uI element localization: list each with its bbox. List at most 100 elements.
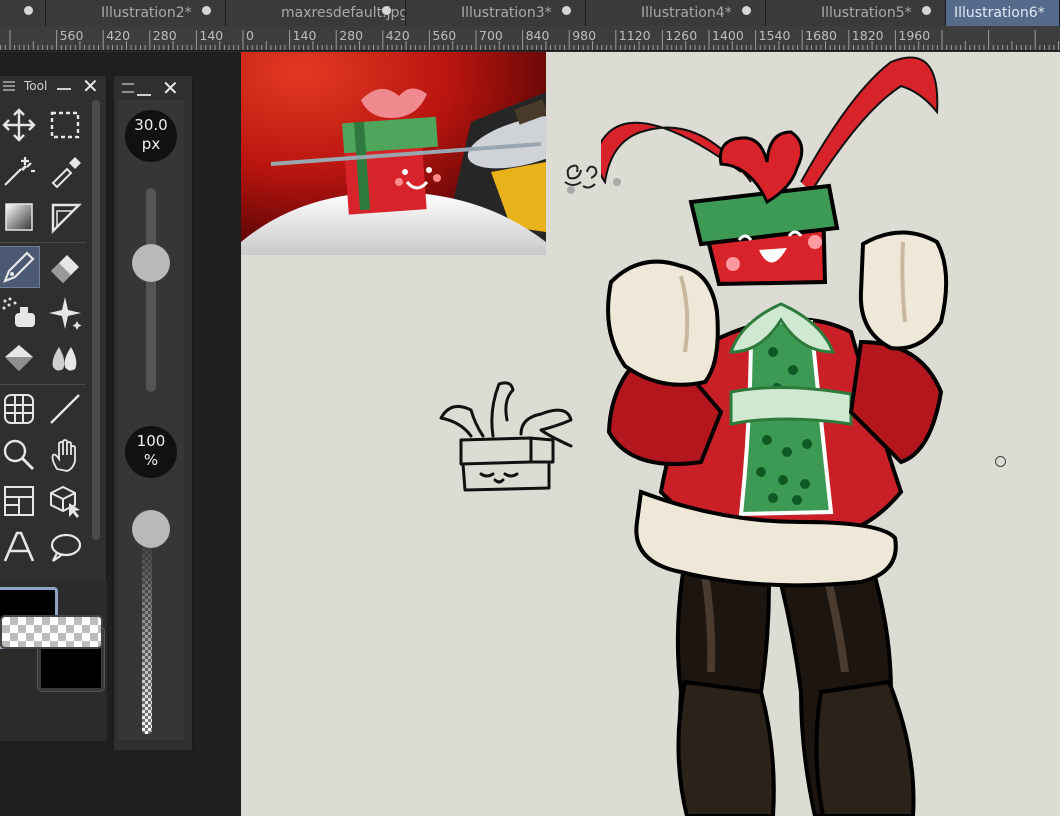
- move-icon: [2, 108, 36, 142]
- tool-palette-scrollbar[interactable]: [92, 100, 100, 540]
- tool-balloon[interactable]: [44, 526, 86, 568]
- ruler-label: 1400: [712, 28, 744, 43]
- unsaved-dot-icon: [742, 6, 751, 15]
- brush-size-readout: 30.0 px: [125, 110, 177, 162]
- document-tab-bar: Illustration2* maxresdefault.jpg* Illust…: [0, 0, 1060, 26]
- brush-size-panel: ✕ 30.0 px 100 %: [113, 76, 193, 750]
- tool-airbrush[interactable]: [0, 292, 40, 334]
- tool-eraser[interactable]: [44, 246, 86, 288]
- ruler-label: 560: [59, 28, 84, 43]
- tab-maxresdefault[interactable]: maxresdefault.jpg*: [226, 0, 406, 26]
- minimize-button[interactable]: [57, 88, 71, 90]
- auto-select-icon: [4, 157, 35, 186]
- decoration-icon: [49, 297, 82, 330]
- ruler-label: 700: [479, 28, 503, 43]
- minimize-button[interactable]: [137, 94, 151, 96]
- opacity-unit: %: [143, 451, 159, 469]
- brush-size-value: 30.0: [134, 116, 168, 134]
- tool-separator: [0, 242, 86, 243]
- drawing-canvas[interactable]: [241, 52, 1060, 816]
- tool-fill[interactable]: [0, 338, 40, 380]
- tool-eyedropper[interactable]: [44, 150, 86, 192]
- mesh-icon: [4, 394, 34, 424]
- tool-line[interactable]: [44, 388, 86, 430]
- ruler-label: 560: [432, 28, 457, 43]
- brush-panel-body: 30.0 px 100 %: [118, 100, 184, 740]
- tool-palette-title: Tool: [24, 79, 48, 93]
- eraser-icon: [51, 255, 79, 283]
- tool-separator: [0, 384, 86, 385]
- tab-illustration5[interactable]: Illustration5*: [766, 0, 946, 26]
- tool-decoration[interactable]: [44, 292, 86, 334]
- tool-pen[interactable]: [0, 246, 40, 288]
- ruler-label: 1120: [618, 28, 651, 43]
- tab-label: Illustration6*: [954, 5, 1045, 21]
- brush-cursor-icon: [995, 456, 1006, 467]
- tool-mesh[interactable]: [0, 388, 40, 430]
- tool-text[interactable]: [0, 526, 40, 568]
- zoom-icon: [3, 439, 35, 471]
- character-illustration: [601, 56, 949, 816]
- color-area: [0, 581, 107, 741]
- eyedropper-icon: [51, 157, 81, 189]
- tool-blend[interactable]: [44, 338, 86, 380]
- tool-zoom[interactable]: [0, 434, 40, 476]
- opacity-slider-fade: [142, 530, 152, 734]
- brush-size-slider-track[interactable]: [146, 188, 156, 392]
- opacity-value: 100: [136, 432, 166, 450]
- ruler-label: 980: [572, 28, 597, 43]
- line-icon: [50, 394, 80, 424]
- horizontal-ruler[interactable]: 560 420 280 140 0 140 280 420 560 700 840 980 1120 12…: [0, 26, 1060, 51]
- unsaved-dot-icon: [202, 6, 211, 15]
- unsaved-dot-icon: [562, 6, 571, 15]
- pen-icon: [3, 251, 35, 283]
- airbrush-icon: [2, 297, 35, 327]
- tool-gradient[interactable]: [0, 196, 40, 238]
- ruler-icon: [51, 203, 82, 234]
- tab-label: Illustration3*: [461, 5, 552, 21]
- ruler-label: 420: [385, 28, 410, 43]
- brush-size-slider-knob[interactable]: [132, 244, 170, 283]
- opacity-slider-knob[interactable]: [132, 510, 170, 548]
- ruler-label: 0: [246, 28, 254, 43]
- balloon-icon: [50, 533, 82, 562]
- brush-size-unit: px: [141, 135, 161, 153]
- ruler-label: 280: [339, 28, 364, 43]
- text-icon: [3, 531, 35, 562]
- object-icon: [50, 485, 80, 518]
- reference-image: [241, 52, 546, 255]
- tab-illustration4[interactable]: Illustration4*: [586, 0, 766, 26]
- app-window: Illustration2* maxresdefault.jpg* Illust…: [0, 0, 1060, 816]
- ruler-label: 1820: [851, 28, 884, 43]
- tool-frame[interactable]: [0, 480, 40, 522]
- drag-handle-icon[interactable]: [3, 81, 15, 91]
- transparent-color-swatch[interactable]: [0, 615, 103, 649]
- tool-palette-header[interactable]: Tool ✕: [0, 76, 106, 96]
- tab-illustration2[interactable]: Illustration2*: [46, 0, 226, 26]
- unsaved-dot-icon: [24, 6, 33, 15]
- ruler-label: 1680: [805, 28, 837, 43]
- ruler-label: 840: [525, 28, 550, 43]
- fill-icon: [5, 345, 33, 371]
- tab-illustration3[interactable]: Illustration3*: [406, 0, 586, 26]
- tool-move[interactable]: [0, 104, 40, 146]
- tool-selection[interactable]: [44, 104, 86, 146]
- drag-handle-icon[interactable]: [122, 83, 134, 93]
- tool-hand[interactable]: [44, 434, 86, 476]
- tab-hidden[interactable]: [0, 0, 46, 26]
- ruler-label: 1260: [665, 28, 698, 43]
- opacity-readout: 100 %: [125, 426, 177, 478]
- hand-icon: [51, 439, 76, 472]
- tool-object[interactable]: [44, 480, 86, 522]
- tool-ruler[interactable]: [44, 196, 86, 238]
- tab-illustration6[interactable]: Illustration6*: [946, 0, 1060, 26]
- close-button[interactable]: ✕: [162, 78, 179, 98]
- tab-label: Illustration2*: [101, 5, 192, 21]
- tool-auto-select[interactable]: [0, 150, 40, 192]
- frame-icon: [4, 486, 34, 516]
- tab-label: Illustration4*: [641, 5, 732, 21]
- close-button[interactable]: ✕: [82, 76, 99, 96]
- present-sketch: [439, 381, 573, 492]
- blend-icon: [52, 347, 77, 371]
- ruler-label: 420: [106, 28, 131, 43]
